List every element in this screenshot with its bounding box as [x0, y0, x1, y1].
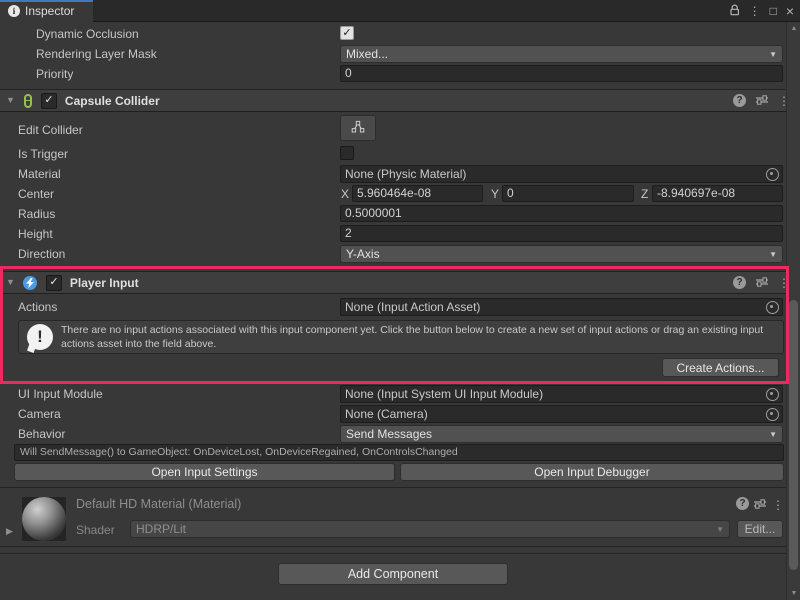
shader-dropdown[interactable]: HDRP/Lit ▼ [130, 520, 730, 538]
height-label: Height [18, 225, 53, 243]
actions-object-field[interactable]: None (Input Action Asset) [340, 298, 783, 316]
presets-icon[interactable] [755, 94, 769, 108]
send-message-info: Will SendMessage() to GameObject: OnDevi… [14, 444, 784, 461]
camera-object-field[interactable]: None (Camera) [340, 405, 783, 423]
kebab-menu-icon[interactable]: ⋮ [772, 498, 784, 512]
radius-input[interactable]: 0.5000001 [340, 205, 783, 222]
material-sphere [22, 497, 66, 541]
ui-input-module-label: UI Input Module [18, 385, 103, 403]
actions-value: None (Input Action Asset) [345, 300, 480, 314]
ui-input-module-value: None (Input System UI Input Module) [345, 387, 543, 401]
dynamic-occlusion-label: Dynamic Occlusion [36, 25, 139, 43]
is-trigger-label: Is Trigger [18, 145, 68, 163]
material-value: None (Physic Material) [345, 167, 466, 181]
window-controls: ⋮ □ × [729, 0, 794, 22]
divider [0, 546, 800, 547]
tab-bar: i Inspector ⋮ □ × [0, 0, 800, 22]
tab-title: Inspector [25, 4, 74, 18]
add-component-button[interactable]: Add Component [278, 563, 508, 585]
chevron-down-icon: ▼ [769, 430, 777, 439]
chevron-down-icon: ▼ [769, 250, 777, 259]
object-picker-icon[interactable] [766, 388, 779, 401]
height-input[interactable]: 2 [340, 225, 783, 242]
shader-label: Shader [76, 521, 115, 539]
behavior-dropdown[interactable]: Send Messages ▼ [340, 425, 783, 443]
window-menu-icon[interactable]: ⋮ [749, 5, 761, 17]
material-object-field[interactable]: None (Physic Material) [340, 165, 783, 183]
rendering-layer-mask-dropdown[interactable]: Mixed... ▼ [340, 45, 783, 63]
dynamic-occlusion-checkbox[interactable]: ✓ [340, 26, 354, 40]
material-preview-thumbnail[interactable] [22, 497, 66, 541]
capsule-collider-header[interactable]: ▼ ✓ Capsule Collider ? ⋮ [0, 89, 800, 112]
maximize-icon[interactable]: □ [770, 5, 777, 17]
inspector-info-icon: i [8, 5, 20, 17]
is-trigger-checkbox[interactable] [340, 146, 354, 160]
help-icon[interactable]: ? [733, 276, 746, 289]
priority-label: Priority [36, 65, 73, 83]
material-preview-title: Default HD Material (Material) [76, 497, 241, 511]
direction-label: Direction [18, 245, 65, 263]
rendering-layer-mask-value: Mixed... [346, 47, 388, 61]
scrollbar-thumb[interactable] [789, 300, 798, 570]
edit-collider-icon [350, 119, 366, 137]
input-actions-warning-text: There are no input actions associated wi… [61, 324, 775, 351]
foldout-open-icon[interactable]: ▼ [6, 278, 15, 287]
scrollbar[interactable]: ▲ ▼ [786, 22, 800, 600]
center-x-label: X [341, 185, 349, 203]
open-input-debugger-button[interactable]: Open Input Debugger [400, 463, 784, 481]
center-z-label: Z [641, 185, 648, 203]
capsule-collider-enabled-checkbox[interactable]: ✓ [41, 93, 57, 109]
divider [0, 487, 800, 488]
priority-input[interactable]: 0 [340, 65, 783, 82]
ui-input-module-object-field[interactable]: None (Input System UI Input Module) [340, 385, 783, 403]
edit-collider-button[interactable] [340, 115, 376, 141]
center-z-input[interactable]: -8.940697e-08 [652, 185, 783, 202]
material-label: Material [18, 165, 61, 183]
foldout-open-icon[interactable]: ▼ [6, 96, 15, 105]
player-input-header[interactable]: ▼ ✓ Player Input ? ⋮ [0, 271, 800, 294]
actions-label: Actions [18, 298, 57, 316]
behavior-label: Behavior [18, 425, 65, 443]
camera-value: None (Camera) [345, 407, 428, 421]
help-icon[interactable]: ? [733, 94, 746, 107]
chevron-down-icon: ▼ [716, 525, 724, 534]
capsule-collider-icon [24, 94, 32, 108]
scroll-up-icon[interactable]: ▲ [787, 25, 800, 32]
close-icon[interactable]: × [786, 5, 794, 17]
center-label: Center [18, 185, 54, 203]
player-input-icon [23, 276, 37, 290]
radius-label: Radius [18, 205, 55, 223]
presets-icon[interactable] [755, 276, 769, 290]
help-icon[interactable]: ? [736, 497, 749, 510]
capsule-collider-title: Capsule Collider [65, 94, 160, 108]
unlock-icon[interactable] [729, 4, 740, 18]
scroll-down-icon[interactable]: ▼ [787, 590, 800, 597]
player-input-title: Player Input [70, 276, 139, 290]
shader-value: HDRP/Lit [136, 522, 186, 536]
warning-icon: ! [27, 324, 53, 350]
presets-icon[interactable] [753, 498, 767, 512]
camera-label: Camera [18, 405, 61, 423]
inspector-window: i Inspector ⋮ □ × Dynamic Occlusion ✓ Re… [0, 0, 800, 600]
center-x-input[interactable]: 5.960464e-08 [352, 185, 483, 202]
divider [0, 553, 800, 554]
behavior-value: Send Messages [346, 427, 432, 441]
center-y-label: Y [491, 185, 499, 203]
direction-dropdown[interactable]: Y-Axis ▼ [340, 245, 783, 263]
center-y-input[interactable]: 0 [502, 185, 634, 202]
direction-value: Y-Axis [346, 247, 380, 261]
object-picker-icon[interactable] [766, 301, 779, 314]
foldout-closed-icon[interactable]: ▶ [6, 527, 13, 536]
create-actions-button[interactable]: Create Actions... [662, 358, 779, 377]
tab-inspector[interactable]: i Inspector [0, 0, 93, 22]
object-picker-icon[interactable] [766, 168, 779, 181]
shader-edit-button[interactable]: Edit... [737, 520, 783, 538]
open-input-settings-button[interactable]: Open Input Settings [14, 463, 395, 481]
rendering-layer-mask-label: Rendering Layer Mask [36, 45, 157, 63]
edit-collider-label: Edit Collider [18, 121, 83, 139]
chevron-down-icon: ▼ [769, 50, 777, 59]
player-input-enabled-checkbox[interactable]: ✓ [46, 275, 62, 291]
object-picker-icon[interactable] [766, 408, 779, 421]
